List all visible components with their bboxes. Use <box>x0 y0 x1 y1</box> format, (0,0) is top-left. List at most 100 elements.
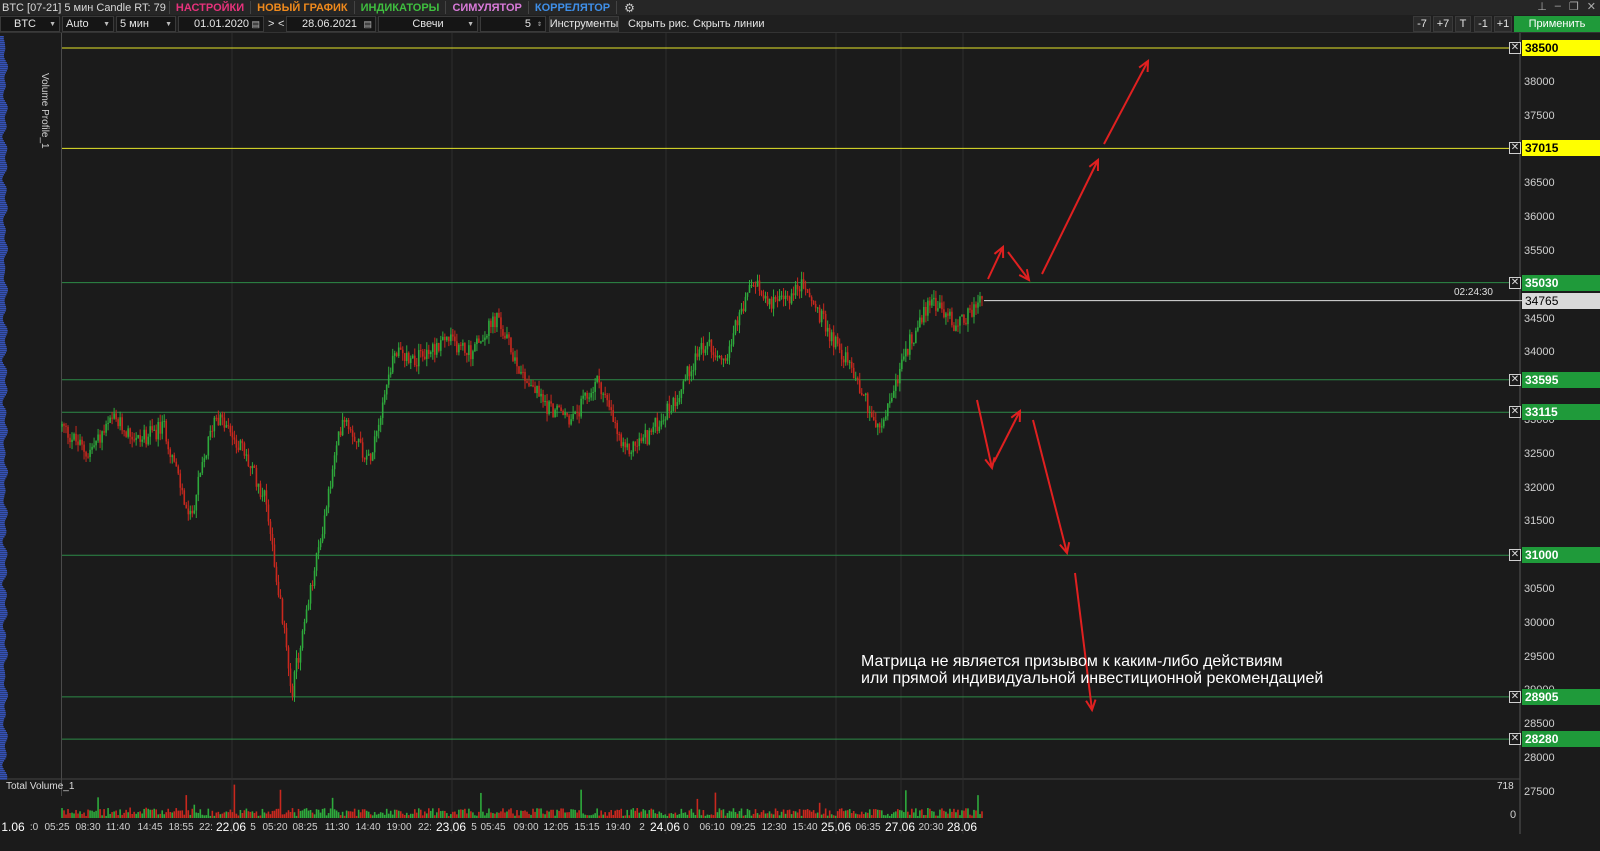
candle-body <box>425 349 428 359</box>
volume-bar <box>824 808 827 818</box>
volume-profile-bar <box>0 778 8 780</box>
candle-body <box>309 585 312 604</box>
volume-bar <box>385 808 388 818</box>
candle-body <box>353 436 356 442</box>
volume-profile-bar <box>0 756 7 758</box>
volume-bar <box>654 813 657 818</box>
volume-bar <box>361 809 364 818</box>
time-tick-label: 12:30 <box>761 822 787 833</box>
candle-body <box>949 311 951 316</box>
candle-body <box>141 439 143 442</box>
volume-profile-bar <box>0 708 5 710</box>
remove-level-icon[interactable]: ✕ <box>1509 142 1521 155</box>
remove-level-icon[interactable]: ✕ <box>1509 406 1521 419</box>
volume-bar <box>105 815 107 818</box>
volume-bar <box>552 809 554 818</box>
volume-bar <box>357 809 360 818</box>
volume-profile-bar <box>0 42 5 44</box>
remove-level-icon[interactable]: ✕ <box>1509 373 1521 386</box>
candle-body <box>500 317 502 330</box>
volume-bar <box>550 809 552 818</box>
volume-bar <box>484 815 486 818</box>
volume-bar <box>688 810 691 818</box>
volume-profile-bar <box>0 232 6 234</box>
volume-bar <box>672 814 675 818</box>
volume-bar <box>981 811 983 818</box>
candle-body <box>868 411 871 414</box>
volume-bar <box>822 813 825 818</box>
volume-bar <box>564 812 566 818</box>
volume-profile-bar <box>0 130 6 132</box>
volume-bar <box>744 815 747 818</box>
price-tick-label: 37500 <box>1524 109 1555 122</box>
candle-body <box>297 658 300 663</box>
candle-body <box>249 466 252 469</box>
volume-bar <box>464 808 466 818</box>
volume-profile-bar <box>0 338 6 340</box>
volume-bar <box>269 814 272 818</box>
volume-profile-bar <box>0 176 3 178</box>
candle-body <box>754 286 757 288</box>
volume-profile-bar <box>0 568 7 570</box>
candle-body <box>381 402 384 418</box>
remove-level-icon[interactable]: ✕ <box>1509 42 1521 54</box>
candle-body <box>79 439 81 445</box>
volume-profile-bar <box>0 704 5 706</box>
volume-bar <box>568 812 570 818</box>
volume-bar <box>600 810 602 818</box>
volume-profile-bar <box>0 272 5 274</box>
remove-level-icon[interactable]: ✕ <box>1509 733 1521 746</box>
candle-body <box>786 295 789 297</box>
candle-body <box>660 421 663 427</box>
candle-body <box>147 436 149 445</box>
volume-profile-bar <box>0 132 4 134</box>
volume-profile-bar <box>0 218 4 220</box>
volume-profile-bar <box>0 772 7 774</box>
volume-bar <box>359 812 362 818</box>
candle-body <box>909 334 911 355</box>
price-tick-label: 35500 <box>1524 244 1555 257</box>
candle-body <box>854 377 857 379</box>
candle-body <box>307 603 310 610</box>
volume-profile-bar <box>0 668 5 670</box>
volume-profile-bar <box>0 494 5 496</box>
volume-profile-bar <box>0 714 6 716</box>
remove-level-icon[interactable]: ✕ <box>1509 276 1521 289</box>
candle-body <box>632 441 635 453</box>
volume-profile-bar <box>0 440 4 442</box>
volume-bar <box>947 813 949 818</box>
candle-body <box>554 409 556 418</box>
remove-level-icon[interactable]: ✕ <box>1509 549 1521 562</box>
price-chart[interactable] <box>0 0 1600 851</box>
candle-body <box>209 430 212 437</box>
candle-body <box>109 417 111 423</box>
volume-profile-bar <box>0 726 4 728</box>
volume-bar <box>554 815 556 818</box>
candle-body <box>670 410 673 412</box>
remove-level-icon[interactable]: ✕ <box>1509 690 1521 703</box>
volume-profile-bar <box>0 770 5 772</box>
volume-bar <box>907 811 909 818</box>
candle-body <box>884 416 887 420</box>
volume-bar <box>782 809 785 818</box>
volume-bar <box>347 811 350 818</box>
volume-profile-bar <box>0 248 8 250</box>
candle-body <box>211 430 214 432</box>
volume-bar <box>712 815 715 818</box>
volume-profile-bar <box>0 154 6 156</box>
volume-profile-bar <box>0 434 7 436</box>
volume-bar <box>476 815 478 818</box>
candle-body <box>822 310 825 315</box>
candle-body <box>570 419 572 425</box>
candle-body <box>438 343 440 351</box>
volume-bar <box>935 815 937 818</box>
candle-body <box>397 347 400 357</box>
volume-bar <box>917 815 919 818</box>
volume-profile-bar <box>0 122 6 124</box>
volume-bar <box>846 810 849 818</box>
candle-body <box>351 430 354 437</box>
candle-body <box>131 436 133 440</box>
volume-bar <box>642 809 645 818</box>
volume-bar <box>614 810 617 818</box>
volume-profile-bar <box>0 362 3 364</box>
